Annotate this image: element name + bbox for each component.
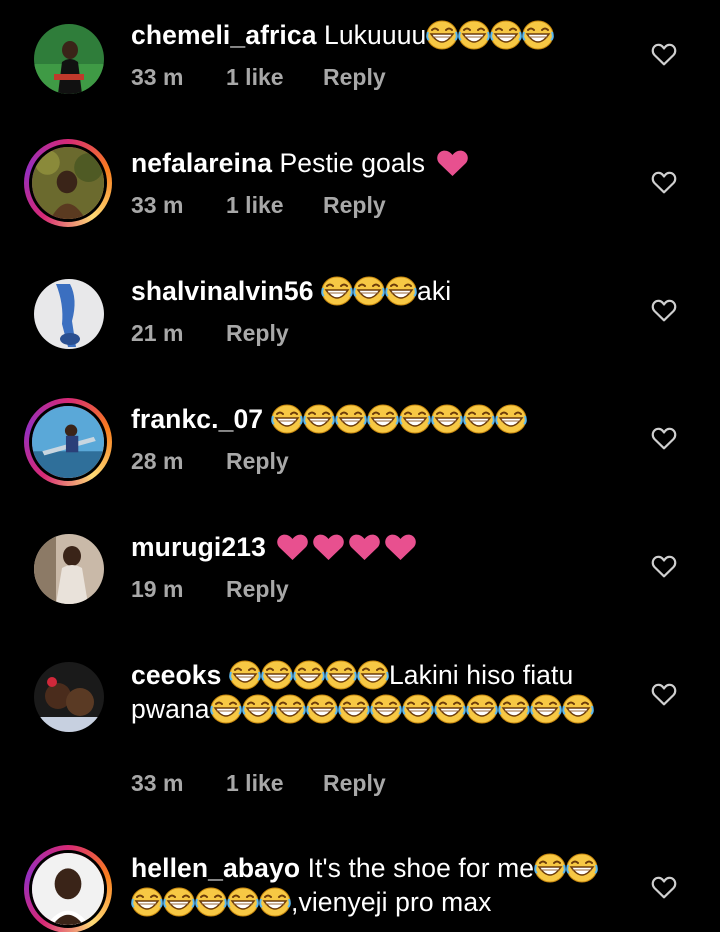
grinning-squinting-face-emoji bbox=[305, 694, 338, 724]
pink-heart-emoji bbox=[436, 149, 469, 177]
comments-list: chemeli_africa Lukuuuu 33 m1 like Reply n… bbox=[0, 0, 720, 932]
comment-meta: 21 m Reply bbox=[131, 320, 289, 347]
comment-username[interactable]: murugi213 bbox=[131, 532, 266, 562]
grinning-squinting-face-emoji bbox=[302, 404, 335, 434]
comment-likes[interactable]: 1 like bbox=[226, 770, 323, 797]
grinning-squinting-face-emoji bbox=[522, 20, 555, 50]
grinning-squinting-face-emoji bbox=[325, 660, 357, 690]
grinning-squinting-face-emoji bbox=[426, 20, 459, 50]
comment-text: shalvinalvin56 aki bbox=[131, 276, 452, 306]
grinning-squinting-face-emoji bbox=[337, 694, 370, 724]
comment-text: ceeoks Lakini hiso fiatu pwana bbox=[131, 658, 621, 726]
comment-meta: 33 m 1 like Reply bbox=[131, 192, 386, 219]
grinning-squinting-face-emoji bbox=[131, 887, 163, 917]
grinning-squinting-face-emoji bbox=[163, 887, 195, 917]
reply-button[interactable]: Reply bbox=[226, 320, 289, 347]
comment-time: 33 m bbox=[131, 770, 184, 796]
grinning-squinting-face-emoji bbox=[229, 660, 261, 690]
heart-outline-icon[interactable] bbox=[651, 554, 677, 578]
heart-outline-icon[interactable] bbox=[651, 426, 677, 450]
grinning-squinting-face-emoji bbox=[273, 694, 306, 724]
grinning-squinting-face-emoji bbox=[259, 887, 291, 917]
reply-button[interactable]: Reply bbox=[323, 192, 386, 219]
grinning-squinting-face-emoji bbox=[227, 887, 259, 917]
grinning-squinting-face-emoji bbox=[353, 276, 385, 306]
comment-time: 19 m bbox=[131, 576, 184, 602]
avatar[interactable] bbox=[24, 139, 112, 227]
comment-likes[interactable]: 1 like bbox=[226, 64, 323, 91]
heart-outline-icon[interactable] bbox=[651, 42, 677, 66]
grinning-squinting-face-emoji bbox=[357, 660, 389, 690]
grinning-squinting-face-emoji bbox=[433, 694, 466, 724]
comment-username[interactable]: hellen_abayo bbox=[131, 853, 300, 883]
grinning-squinting-face-emoji bbox=[366, 404, 399, 434]
grinning-squinting-face-emoji bbox=[494, 404, 527, 434]
grinning-squinting-face-emoji bbox=[293, 660, 325, 690]
heart-outline-icon[interactable] bbox=[651, 682, 677, 706]
grinning-squinting-face-emoji bbox=[241, 694, 274, 724]
comment-meta: 33 m 1 like Reply bbox=[131, 64, 386, 91]
avatar[interactable] bbox=[34, 24, 104, 94]
pink-heart-emoji bbox=[384, 533, 417, 561]
comment-time: 33 m bbox=[131, 192, 184, 218]
comment-meta: 33 m 1 like Reply bbox=[131, 770, 386, 797]
grinning-squinting-face-emoji bbox=[529, 694, 562, 724]
avatar[interactable] bbox=[34, 662, 104, 732]
comment-username[interactable]: nefalareina bbox=[131, 148, 272, 178]
comment-time: 28 m bbox=[131, 448, 184, 474]
comment-username[interactable]: shalvinalvin56 bbox=[131, 276, 314, 306]
heart-outline-icon[interactable] bbox=[651, 298, 677, 322]
comment-username[interactable]: chemeli_africa bbox=[131, 20, 317, 50]
comment-username[interactable]: ceeoks bbox=[131, 660, 221, 690]
grinning-squinting-face-emoji bbox=[270, 404, 303, 434]
avatar[interactable] bbox=[34, 534, 104, 604]
grinning-squinting-face-emoji bbox=[566, 853, 598, 883]
avatar[interactable] bbox=[34, 279, 104, 349]
pink-heart-emoji bbox=[312, 533, 345, 561]
grinning-squinting-face-emoji bbox=[398, 404, 431, 434]
grinning-squinting-face-emoji bbox=[497, 694, 530, 724]
comment-username[interactable]: frankc._07 bbox=[131, 404, 263, 434]
grinning-squinting-face-emoji bbox=[462, 404, 495, 434]
grinning-squinting-face-emoji bbox=[534, 853, 566, 883]
reply-button[interactable]: Reply bbox=[323, 64, 386, 91]
grinning-squinting-face-emoji bbox=[385, 276, 417, 306]
grinning-squinting-face-emoji bbox=[401, 694, 434, 724]
grinning-squinting-face-emoji bbox=[561, 694, 594, 724]
comment-time: 33 m bbox=[131, 64, 184, 90]
comment-likes[interactable]: 1 like bbox=[226, 192, 323, 219]
comment-meta: 19 m Reply bbox=[131, 576, 289, 603]
pink-heart-emoji bbox=[348, 533, 381, 561]
comment-time: 21 m bbox=[131, 320, 184, 346]
grinning-squinting-face-emoji bbox=[458, 20, 491, 50]
grinning-squinting-face-emoji bbox=[430, 404, 463, 434]
grinning-squinting-face-emoji bbox=[195, 887, 227, 917]
heart-outline-icon[interactable] bbox=[651, 875, 677, 899]
comment-text: hellen_abayo It's the shoe for me ,vienye… bbox=[131, 851, 621, 919]
reply-button[interactable]: Reply bbox=[226, 576, 289, 603]
grinning-squinting-face-emoji bbox=[321, 276, 353, 306]
grinning-squinting-face-emoji bbox=[334, 404, 367, 434]
grinning-squinting-face-emoji bbox=[209, 694, 242, 724]
comment-text: frankc._07 bbox=[131, 402, 621, 436]
grinning-squinting-face-emoji bbox=[261, 660, 293, 690]
avatar[interactable] bbox=[24, 398, 112, 486]
comment-meta: 28 m Reply bbox=[131, 448, 289, 475]
avatar[interactable] bbox=[24, 845, 112, 932]
comment-text: murugi213 bbox=[131, 530, 621, 564]
reply-button[interactable]: Reply bbox=[323, 770, 386, 797]
reply-button[interactable]: Reply bbox=[226, 448, 289, 475]
comment-text: nefalareina Pestie goals bbox=[131, 146, 621, 180]
pink-heart-emoji bbox=[276, 533, 309, 561]
grinning-squinting-face-emoji bbox=[465, 694, 498, 724]
grinning-squinting-face-emoji bbox=[490, 20, 523, 50]
grinning-squinting-face-emoji bbox=[369, 694, 402, 724]
heart-outline-icon[interactable] bbox=[651, 170, 677, 194]
comment-text: chemeli_africa Lukuuuu bbox=[131, 18, 621, 52]
